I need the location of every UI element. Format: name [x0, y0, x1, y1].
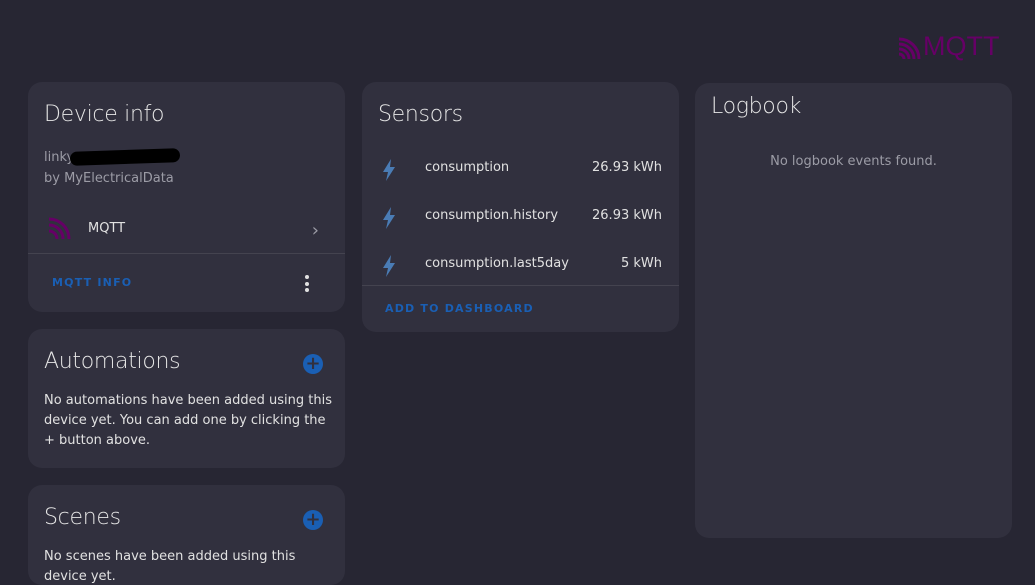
sensor-row[interactable]: consumption 26.93 kWh: [362, 149, 679, 197]
redaction-mark: [70, 148, 181, 166]
flash-icon: [382, 159, 396, 185]
mqtt-logo-icon: [898, 37, 921, 59]
plus-circle-icon[interactable]: +: [303, 354, 323, 374]
sensors-card: Sensors consumption 26.93 kWh consumptio…: [362, 82, 679, 332]
automations-empty-text: No automations have been added using thi…: [44, 393, 332, 448]
integration-link-mqtt[interactable]: MQTT ›: [28, 208, 345, 254]
automations-card: Automations + No automations have been a…: [28, 329, 345, 468]
scenes-title: Scenes: [44, 505, 121, 530]
divider: [28, 253, 345, 254]
integration-label: MQTT: [88, 221, 126, 236]
device-info-card: Device info linky by MyElectricalData MQ…: [28, 82, 345, 312]
mqtt-logo: MQTT: [897, 33, 999, 60]
sensors-title: Sensors: [378, 102, 463, 127]
automations-title: Automations: [44, 349, 181, 374]
mqtt-icon: [48, 216, 72, 246]
device-manufacturer: by MyElectricalData: [44, 171, 174, 186]
flash-icon: [382, 207, 396, 233]
mqtt-info-button[interactable]: MQTT INFO: [52, 276, 132, 289]
sensor-value: 26.93 kWh: [592, 208, 662, 223]
more-vert-icon[interactable]: [305, 275, 309, 295]
sensor-name: consumption.history: [425, 208, 559, 223]
logbook-card: Logbook No logbook events found.: [695, 83, 1012, 538]
device-info-title: Device info: [44, 102, 165, 127]
flash-icon: [382, 255, 396, 281]
logbook-title: Logbook: [711, 94, 802, 119]
sensor-name: consumption: [425, 160, 510, 175]
add-to-dashboard-button[interactable]: ADD TO DASHBOARD: [385, 302, 534, 315]
sensor-value: 26.93 kWh: [592, 160, 662, 175]
device-name: linky: [44, 148, 181, 166]
logo-text: MQTT: [923, 31, 1000, 61]
sensor-name: consumption.last5day: [425, 256, 569, 271]
scenes-empty-text: No scenes have been added using this dev…: [44, 549, 296, 584]
chevron-right-icon: ›: [311, 220, 319, 241]
divider: [362, 285, 679, 286]
sensor-value: 5 kWh: [620, 256, 662, 271]
plus-circle-icon[interactable]: +: [303, 510, 323, 530]
sensor-row[interactable]: consumption.history 26.93 kWh: [362, 197, 679, 245]
logbook-empty-text: No logbook events found.: [770, 154, 937, 169]
scenes-card: Scenes + No scenes have been added using…: [28, 485, 345, 585]
